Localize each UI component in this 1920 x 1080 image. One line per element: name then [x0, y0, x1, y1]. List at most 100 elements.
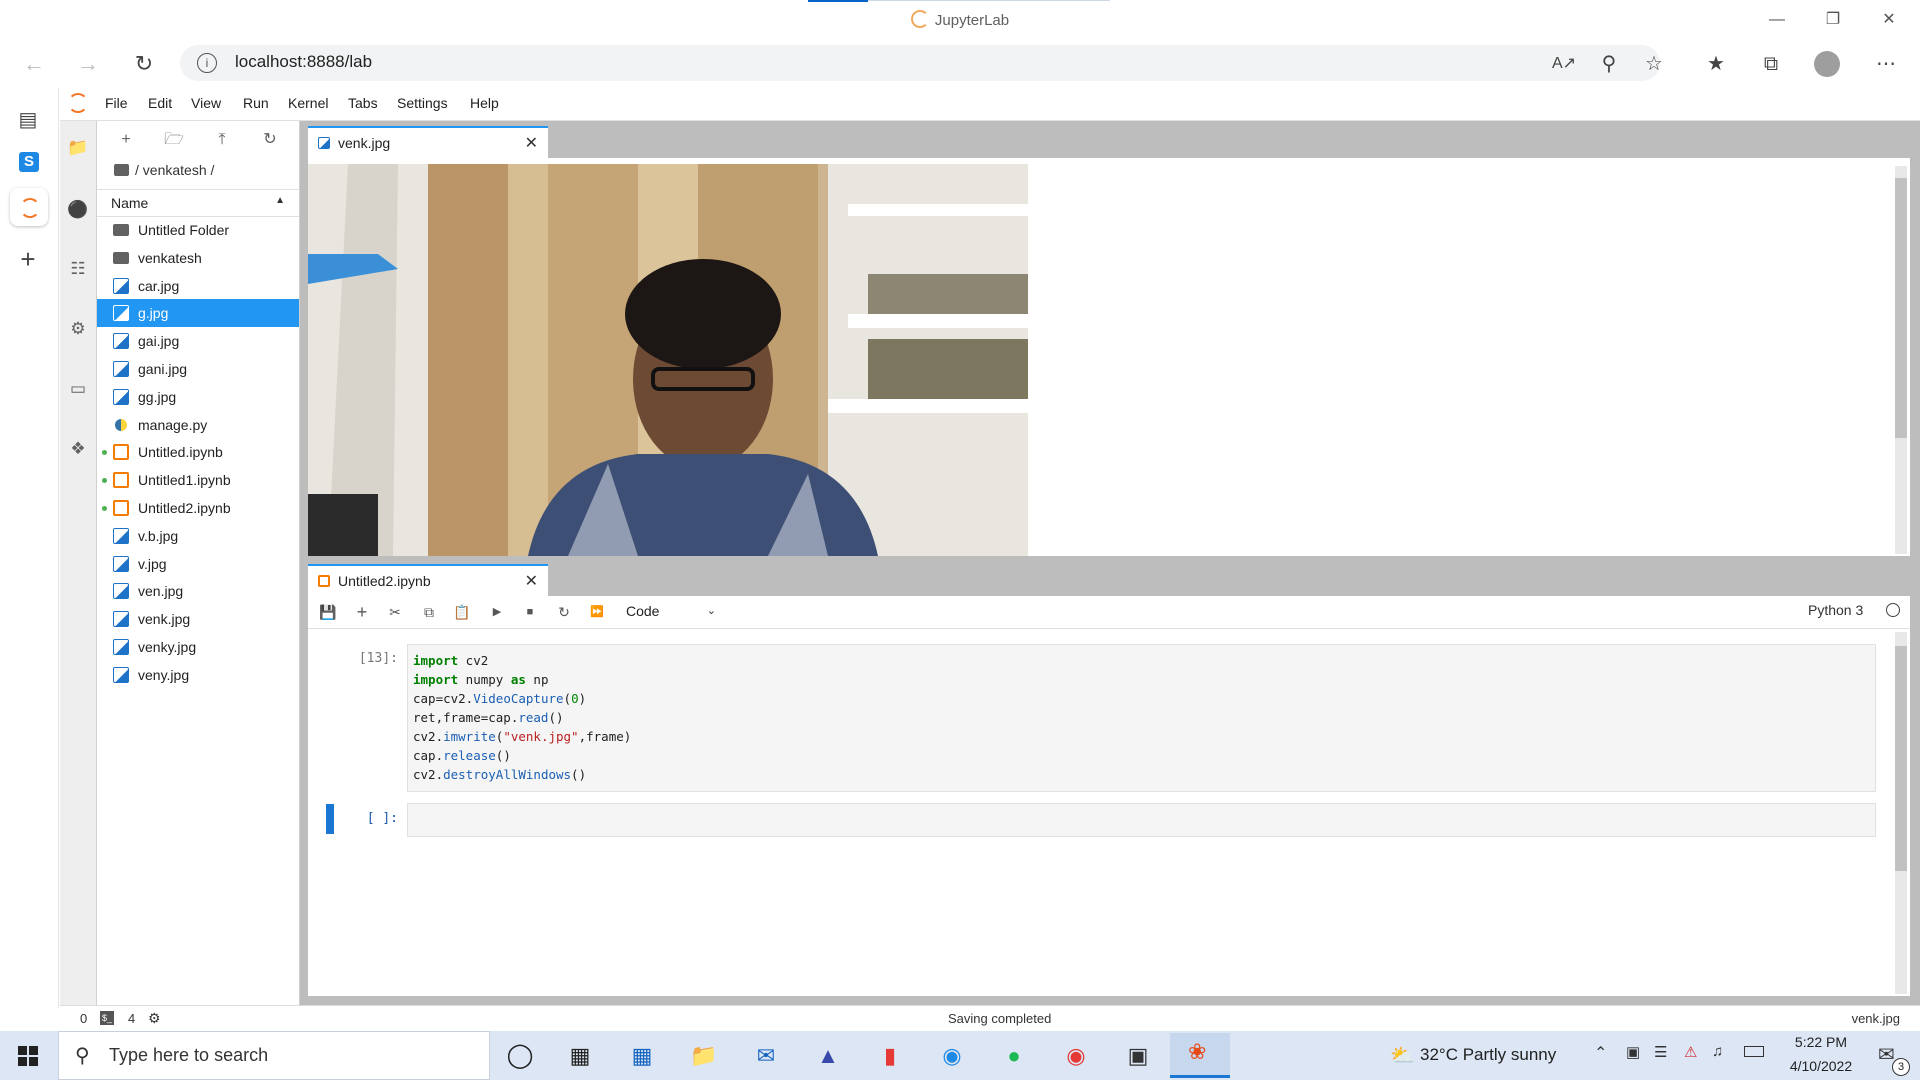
- address-bar[interactable]: [180, 45, 1660, 81]
- refresh-button[interactable]: ↻: [128, 48, 160, 80]
- meet-now-icon[interactable]: ▣: [1626, 1043, 1640, 1061]
- more-menu-icon[interactable]: ⋯: [1870, 48, 1902, 80]
- file-row[interactable]: venky.jpg: [97, 633, 299, 661]
- windows-start-icon[interactable]: [18, 1046, 38, 1066]
- volume-icon[interactable]: ♫: [1712, 1043, 1723, 1060]
- file-row[interactable]: Untitled Folder: [97, 216, 299, 244]
- task-view-icon[interactable]: ▦: [560, 1036, 600, 1076]
- add-favorite-icon[interactable]: ☆: [1638, 48, 1670, 80]
- app-s-icon[interactable]: S: [19, 152, 39, 172]
- file-row[interactable]: gg.jpg: [97, 383, 299, 411]
- folder-icon[interactable]: 📁: [66, 136, 90, 160]
- restart-kernel-icon[interactable]: ↻: [553, 601, 575, 623]
- file-row[interactable]: Untitled1.ipynb: [97, 466, 299, 494]
- terminal-app-icon[interactable]: ▣: [1118, 1036, 1158, 1076]
- battery-icon[interactable]: [1744, 1046, 1764, 1057]
- cut-icon[interactable]: ✂: [384, 601, 406, 623]
- tab-venk-jpg[interactable]: venk.jpg ✕: [308, 126, 548, 158]
- property-inspector-icon[interactable]: ⚙: [66, 317, 90, 341]
- file-row[interactable]: v.jpg: [97, 550, 299, 578]
- clock-time[interactable]: 5:22 PM: [1776, 1034, 1866, 1050]
- menu-settings[interactable]: Settings: [397, 95, 448, 111]
- file-row[interactable]: manage.py: [97, 411, 299, 439]
- breadcrumb[interactable]: / venkatesh /: [135, 162, 214, 178]
- commands-icon[interactable]: ☷: [66, 257, 90, 281]
- clock-date[interactable]: 4/10/2022: [1776, 1058, 1866, 1074]
- profile-avatar[interactable]: [1814, 51, 1840, 77]
- taskbar-search-box[interactable]: ⚲ Type here to search: [58, 1031, 490, 1080]
- back-button[interactable]: ←: [18, 48, 50, 80]
- file-row[interactable]: veny.jpg: [97, 661, 299, 689]
- office-icon[interactable]: ▮: [870, 1036, 910, 1076]
- image-scroll-thumb[interactable]: [1895, 178, 1907, 438]
- forward-button[interactable]: →: [72, 48, 104, 80]
- restore-button[interactable]: ❐: [1810, 6, 1856, 34]
- vs-icon[interactable]: ▲: [808, 1036, 848, 1076]
- new-launcher-button[interactable]: +: [114, 128, 138, 152]
- file-row[interactable]: venk.jpg: [97, 605, 299, 633]
- menu-tabs[interactable]: Tabs: [348, 95, 378, 111]
- cortana-icon[interactable]: ◯: [500, 1036, 540, 1076]
- menu-run[interactable]: Run: [243, 95, 269, 111]
- tab-untitled2-ipynb[interactable]: Untitled2.ipynb ✕: [308, 564, 548, 596]
- edge-icon[interactable]: ◉: [932, 1036, 972, 1076]
- minimize-button[interactable]: —: [1754, 6, 1800, 34]
- read-aloud-icon[interactable]: A↗: [1548, 48, 1580, 80]
- file-row[interactable]: Untitled.ipynb: [97, 438, 299, 466]
- file-row[interactable]: gai.jpg: [97, 327, 299, 355]
- chevron-up-icon[interactable]: ⌃: [1594, 1043, 1607, 1063]
- close-tab-icon[interactable]: ✕: [525, 133, 538, 153]
- new-folder-button[interactable]: 🗁: [162, 128, 186, 152]
- menu-edit[interactable]: Edit: [148, 95, 172, 111]
- menu-kernel[interactable]: Kernel: [288, 95, 328, 111]
- paste-icon[interactable]: 📋: [451, 601, 473, 623]
- mail-icon[interactable]: ✉: [746, 1036, 786, 1076]
- running-icon[interactable]: ⚫: [66, 198, 90, 222]
- notebook-scroll-thumb[interactable]: [1895, 646, 1907, 871]
- file-row[interactable]: ven.jpg: [97, 577, 299, 605]
- weather-text[interactable]: 32°C Partly sunny: [1420, 1045, 1556, 1065]
- extensions-icon[interactable]: ❖: [66, 437, 90, 461]
- store-icon[interactable]: ▦: [622, 1036, 662, 1076]
- status-kernel-count[interactable]: 4: [128, 1011, 135, 1026]
- collections-icon[interactable]: ⧉: [1755, 48, 1787, 80]
- run-all-icon[interactable]: ⏩: [586, 601, 608, 623]
- tab-actions-icon[interactable]: ▤: [12, 104, 44, 136]
- active-app-highlight[interactable]: ❀: [1170, 1033, 1230, 1078]
- refresh-files-button[interactable]: ↻: [258, 128, 282, 152]
- wifi-icon[interactable]: ☰: [1654, 1043, 1667, 1061]
- close-window-button[interactable]: ✕: [1866, 6, 1912, 34]
- file-row[interactable]: g.jpg: [97, 299, 299, 328]
- open-tabs-icon[interactable]: ▭: [66, 377, 90, 401]
- run-icon[interactable]: ▶: [486, 601, 508, 623]
- jupyter-app-icon[interactable]: [10, 188, 48, 226]
- menu-view[interactable]: View: [191, 95, 221, 111]
- insert-cell-button[interactable]: +: [351, 601, 373, 623]
- file-row[interactable]: venkatesh: [97, 244, 299, 272]
- save-icon[interactable]: 💾: [317, 601, 339, 623]
- menu-help[interactable]: Help: [470, 95, 499, 111]
- close-tab-icon[interactable]: ✕: [525, 571, 538, 591]
- breadcrumb-folder-icon[interactable]: [114, 164, 129, 176]
- antivirus-icon[interactable]: ⚠: [1684, 1043, 1697, 1061]
- cell-type-select[interactable]: Code ⌄: [626, 601, 716, 623]
- url-text[interactable]: localhost:8888/lab: [235, 52, 372, 72]
- status-running-count[interactable]: 0: [80, 1011, 87, 1026]
- file-row[interactable]: v.b.jpg: [97, 522, 299, 550]
- stop-icon[interactable]: ■: [519, 601, 541, 623]
- column-header-name[interactable]: Name ▲: [97, 189, 299, 217]
- copy-icon[interactable]: ⧉: [418, 601, 440, 623]
- spotify-icon[interactable]: ●: [994, 1036, 1034, 1076]
- file-row[interactable]: car.jpg: [97, 272, 299, 300]
- menu-file[interactable]: File: [105, 95, 128, 111]
- file-explorer-icon[interactable]: 📁: [684, 1036, 724, 1076]
- file-row[interactable]: Untitled2.ipynb: [97, 494, 299, 522]
- file-row[interactable]: gani.jpg: [97, 355, 299, 383]
- cell-code[interactable]: import cv2 import numpy as np cap=cv2.Vi…: [413, 651, 631, 784]
- upload-button[interactable]: ⤒: [210, 128, 234, 152]
- kernel-name[interactable]: Python 3: [1808, 602, 1863, 618]
- favorites-icon[interactable]: ★: [1700, 48, 1732, 80]
- chrome-icon[interactable]: ◉: [1056, 1036, 1096, 1076]
- add-app-icon[interactable]: +: [12, 243, 44, 275]
- zoom-icon[interactable]: ⚲: [1593, 48, 1625, 80]
